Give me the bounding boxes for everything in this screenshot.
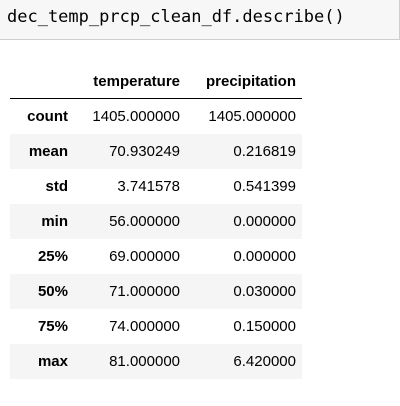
row-label: 50% <box>37 283 68 300</box>
describe-output-table: temperature precipitation count 1405.000… <box>10 64 302 379</box>
table-row: 50% 71.000000 0.030000 <box>10 274 302 309</box>
table-row: min 56.000000 0.000000 <box>10 204 302 239</box>
index-header <box>10 64 74 99</box>
table-row: count 1405.000000 1405.000000 <box>10 99 302 135</box>
table-row: mean 70.930249 0.216819 <box>10 134 302 169</box>
row-label: max <box>37 353 68 370</box>
cell-temperature: 69.000000 <box>109 248 180 265</box>
table-row: max 81.000000 6.420000 <box>10 344 302 379</box>
cell-precipitation: 0.000000 <box>233 248 296 265</box>
column-header-precipitation: precipitation <box>186 64 302 99</box>
row-label: 25% <box>37 248 68 265</box>
cell-precipitation: 0.030000 <box>233 283 296 300</box>
row-label: std <box>45 178 69 195</box>
cell-temperature: 81.000000 <box>109 353 180 370</box>
table-row: 25% 69.000000 0.000000 <box>10 239 302 274</box>
cell-precipitation: 0.216819 <box>233 143 296 160</box>
cell-precipitation: 6.420000 <box>233 353 296 370</box>
table-header: temperature precipitation <box>10 64 302 99</box>
table-row: std 3.741578 0.541399 <box>10 169 302 204</box>
cell-temperature: 71.000000 <box>109 283 180 300</box>
cell-temperature: 1405.000000 <box>92 108 180 125</box>
cell-temperature: 70.930249 <box>109 143 180 160</box>
cell-precipitation: 0.541399 <box>233 178 296 195</box>
cell-precipitation: 0.150000 <box>233 318 296 335</box>
cell-precipitation: 1405.000000 <box>208 108 296 125</box>
row-label: min <box>41 213 68 230</box>
table-body: count 1405.000000 1405.000000 mean 70.93… <box>10 99 302 379</box>
column-header-temperature: temperature <box>74 64 186 99</box>
row-label: 75% <box>37 318 68 335</box>
cell-temperature: 56.000000 <box>109 213 180 230</box>
header-row: temperature precipitation <box>10 64 302 99</box>
table-row: 75% 74.000000 0.150000 <box>10 309 302 344</box>
code-line[interactable]: dec_temp_prcp_clean_df.describe() <box>7 7 345 27</box>
code-cell-input[interactable]: dec_temp_prcp_clean_df.describe() <box>0 0 400 40</box>
cell-temperature: 3.741578 <box>117 178 180 195</box>
cell-precipitation: 0.000000 <box>233 213 296 230</box>
cell-temperature: 74.000000 <box>109 318 180 335</box>
row-label: count <box>27 108 68 125</box>
row-label: mean <box>28 143 68 160</box>
